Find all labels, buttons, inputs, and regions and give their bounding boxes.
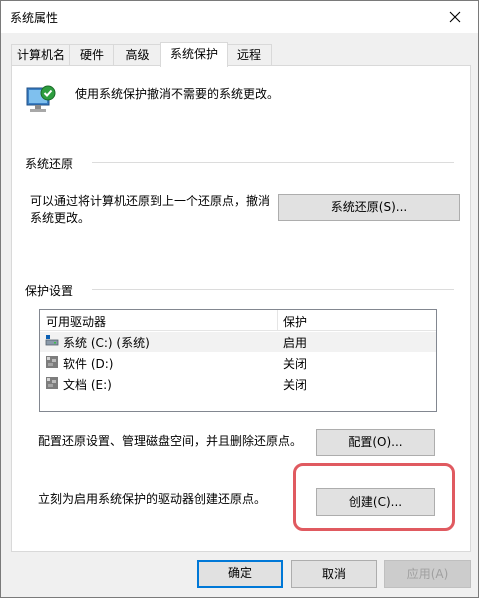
create-button-highlight: [293, 463, 455, 531]
cancel-button[interactable]: 取消: [291, 560, 377, 588]
protection-settings-heading: 保护设置: [25, 284, 74, 298]
drive-protection-status: 启用: [283, 336, 308, 350]
drives-list-header: 可用驱动器 保护: [40, 310, 436, 331]
apply-button[interactable]: 应用(A): [384, 560, 471, 588]
intro-text: 使用系统保护撤消不需要的系统更改。: [75, 87, 280, 101]
column-header-protection[interactable]: 保护: [283, 313, 307, 330]
configure-button[interactable]: 配置(O)...: [316, 429, 435, 456]
drive-protection-status: 关闭: [283, 378, 308, 392]
create-description: 立刻为启用系统保护的驱动器创建还原点。: [38, 492, 267, 506]
system-restore-divider: [92, 162, 454, 163]
ok-button[interactable]: 确定: [197, 560, 283, 588]
tab-system-protection[interactable]: 系统保护: [160, 42, 228, 67]
drive-name: 文档 (E:): [63, 378, 112, 392]
system-restore-heading: 系统还原: [25, 157, 74, 171]
system-restore-description-line1: 可以通过将计算机还原到上一个还原点，撤消: [30, 194, 271, 208]
drive-name: 软件 (D:): [63, 357, 114, 371]
column-header-drive[interactable]: 可用驱动器: [46, 313, 106, 330]
drive-name: 系统 (C:) (系统): [63, 336, 150, 350]
close-icon: [449, 11, 461, 23]
drives-list[interactable]: 可用驱动器 保护 系统 (C:) (系统) 启用 软件 (D:) 关闭 文档 (…: [39, 309, 437, 412]
system-protection-icon: [26, 85, 56, 112]
title-bar: 系统属性: [1, 1, 478, 33]
drive-protection-status: 关闭: [283, 357, 308, 371]
window-title: 系统属性: [10, 11, 59, 25]
table-row[interactable]: 软件 (D:) 关闭: [40, 353, 436, 373]
tab-remote[interactable]: 远程: [226, 44, 272, 66]
table-row[interactable]: 系统 (C:) (系统) 启用: [40, 332, 436, 352]
system-properties-window: 系统属性 计算机名 硬件 高级 系统保护 远程 使用系统保护撤消不需要的系统更改…: [0, 0, 479, 598]
close-button[interactable]: [432, 1, 478, 33]
system-drive-icon: [45, 335, 59, 346]
system-restore-button[interactable]: 系统还原(S)...: [278, 194, 460, 221]
configure-description: 配置还原设置、管理磁盘空间，并且删除还原点。: [38, 434, 303, 448]
table-row[interactable]: 文档 (E:) 关闭: [40, 374, 436, 394]
drive-icon: [46, 377, 58, 389]
system-restore-description-line2: 系统更改。: [30, 211, 91, 225]
drive-icon: [46, 356, 58, 368]
tab-advanced[interactable]: 高级: [113, 44, 162, 66]
tab-hardware[interactable]: 硬件: [69, 44, 115, 66]
tab-computer-name[interactable]: 计算机名: [11, 44, 71, 66]
column-separator[interactable]: [277, 310, 278, 330]
protection-settings-divider: [92, 289, 454, 290]
